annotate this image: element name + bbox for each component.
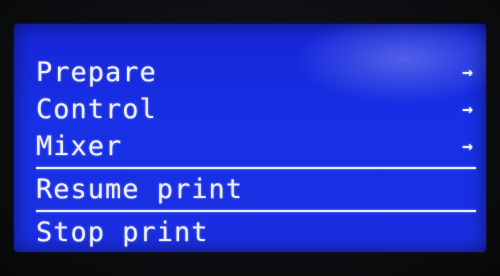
arrow-right-icon: →	[462, 136, 474, 157]
menu-item-control[interactable]: Control →	[36, 91, 476, 128]
menu-item-prepare[interactable]: Prepare →	[36, 54, 476, 91]
menu-item-resume-print[interactable]: Resume print	[36, 171, 476, 208]
menu-item-label: Mixer	[36, 131, 123, 162]
selection-divider-top	[36, 167, 476, 169]
menu-item-label: Stop print	[36, 217, 209, 248]
selection-divider-bottom	[36, 210, 476, 212]
lcd-screen: Prepare → Control → Mixer → Resume print…	[14, 24, 486, 252]
menu-item-label: Prepare	[36, 57, 157, 88]
menu-item-label: Resume print	[36, 174, 244, 205]
device-bezel: Prepare → Control → Mixer → Resume print…	[0, 0, 500, 276]
menu-item-mixer[interactable]: Mixer →	[36, 128, 476, 165]
menu-item-label: Control	[36, 94, 157, 125]
arrow-right-icon: →	[462, 62, 474, 83]
arrow-right-icon: →	[462, 99, 474, 120]
main-menu: Prepare → Control → Mixer → Resume print…	[36, 54, 476, 251]
menu-item-stop-print[interactable]: Stop print	[36, 214, 476, 251]
